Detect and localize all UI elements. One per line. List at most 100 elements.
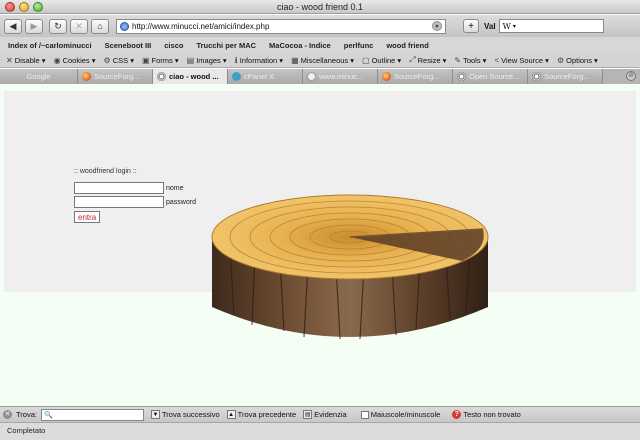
find-input[interactable]: 🔍 [40, 408, 144, 421]
window-title: ciao - wood friend 0.1 [276, 2, 364, 12]
password-row: password [74, 196, 214, 208]
images-icon: ▤ [186, 55, 195, 65]
tab-label: SourceForg... [544, 72, 590, 81]
bookmark-item[interactable]: Trucchi per MAC [196, 41, 256, 50]
css-icon: ⚙ [103, 55, 111, 65]
dev-menu-forms[interactable]: ▣ Forms ▾ [142, 56, 179, 65]
close-window-button[interactable] [5, 2, 15, 12]
tab-label: Google [26, 72, 51, 81]
bookmark-item[interactable]: Index of /~carlominucci [8, 41, 92, 50]
chevron-down-icon: ▼ [150, 410, 160, 419]
web-page-icon [157, 72, 166, 81]
gear-icon: ⚙ [556, 55, 565, 65]
dev-menu-label: Miscellaneous ▾ [300, 55, 355, 65]
dev-menu-miscellaneous[interactable]: ▦ Miscellaneous ▾ [291, 56, 354, 65]
dev-menu-resize[interactable]: ⤢ Resize ▾ [409, 55, 446, 65]
bookmarks-bar: Index of /~carlominucci Sceneboot III ci… [0, 37, 640, 53]
forward-arrow-icon: ▶ [30, 20, 38, 31]
cookie-icon: ◉ [53, 55, 61, 65]
dev-menu-label: Information ▾ [239, 55, 284, 65]
password-label: password [166, 198, 196, 206]
dev-menu-label: Cookies ▾ [62, 55, 96, 65]
tab-label: www.minuc... [319, 72, 364, 81]
bookmark-item[interactable]: MaCocoa - Indice [269, 41, 331, 50]
highlight-icon: ▤ [303, 410, 313, 419]
plus-icon: + [468, 20, 474, 32]
add-bookmark-button[interactable]: + [463, 19, 479, 33]
dev-menu-label: Options ▾ [566, 55, 598, 65]
dev-menu-information[interactable]: ℹ Information ▾ [235, 56, 283, 65]
tools-icon: ✎ [454, 55, 462, 65]
dev-menu-label: View Source ▾ [501, 55, 549, 65]
close-tab-icon[interactable]: ⊘ [626, 71, 636, 81]
page-content: :: woodfriend login :: nome password ent… [0, 84, 640, 406]
misc-icon: ▦ [291, 55, 299, 65]
web-page-icon [532, 72, 541, 81]
bookmark-item[interactable]: wood friend [386, 41, 429, 50]
search-engine-value: W [502, 21, 511, 31]
url-bar[interactable]: http://www.minucci.net/amici/index.php ● [116, 18, 446, 34]
tab-sourceforge-1[interactable]: SourceForg... [78, 69, 153, 84]
firefox-icon [382, 72, 391, 81]
dev-menu-css[interactable]: ⚙ CSS ▾ [104, 56, 134, 65]
search-input[interactable]: W ▾ [498, 19, 604, 33]
login-submit-button[interactable]: entra [74, 211, 101, 223]
close-findbar-icon[interactable]: ✕ [3, 410, 12, 419]
tab-label: SourceForg... [394, 72, 440, 81]
highlight-button[interactable]: ▤ Evidenzia [303, 410, 347, 419]
back-button[interactable]: ◀ [4, 18, 22, 34]
firefox-icon [82, 72, 91, 81]
chevron-down-icon[interactable]: ▾ [513, 23, 516, 30]
warning-icon: ? [452, 410, 462, 419]
dev-menu-label: Forms ▾ [151, 55, 179, 65]
tab-wood-friend[interactable]: ciao - wood ... [153, 69, 228, 84]
password-input[interactable] [74, 196, 164, 208]
url-input[interactable]: http://www.minucci.net/amici/index.php [132, 22, 429, 31]
bookmark-item[interactable]: cisco [164, 41, 183, 50]
match-case-checkbox[interactable]: Maiuscole/minuscole [360, 410, 441, 419]
username-input[interactable] [74, 182, 164, 194]
zoom-window-button[interactable] [33, 2, 43, 12]
tab-minucci[interactable]: www.minuc... [303, 69, 378, 84]
find-previous-button[interactable]: ▲ Trova precedente [226, 410, 296, 419]
resize-icon: ⤢ [409, 55, 416, 64]
dev-menu-label: Images ▾ [196, 55, 227, 65]
dev-menu-images[interactable]: ▤ Images ▾ [187, 56, 227, 65]
go-icon[interactable]: ● [432, 21, 442, 31]
back-arrow-icon: ◀ [9, 20, 17, 31]
match-case-label: Maiuscole/minuscole [370, 410, 441, 419]
tab-open-source[interactable]: Open Source... [453, 69, 528, 84]
dev-menu-options[interactable]: ⚙ Options ▾ [557, 56, 598, 65]
find-next-button[interactable]: ▼ Trova successivo [150, 410, 220, 419]
cpanel-icon [232, 72, 241, 81]
bookmark-item[interactable]: Sceneboot III [105, 41, 152, 50]
dev-menu-disable[interactable]: ✕ Disable ▾ [6, 56, 46, 65]
dev-menu-label: Tools ▾ [463, 55, 487, 65]
reload-button[interactable]: ↻ [49, 18, 67, 34]
find-status: ? Testo non trovato [452, 410, 521, 419]
bookmark-item[interactable]: perlfunc [344, 41, 374, 50]
dev-menu-label: Disable ▾ [14, 55, 46, 65]
info-icon: ℹ [234, 55, 238, 65]
dev-menu-tools[interactable]: ✎ Tools ▾ [454, 56, 486, 65]
tab-sourceforge-2[interactable]: SourceForg... [378, 69, 453, 84]
dev-menu-cookies[interactable]: ◉ Cookies ▾ [54, 56, 96, 65]
dev-menu-view-source[interactable]: < View Source ▾ [494, 56, 549, 65]
checkbox-icon[interactable] [360, 410, 369, 419]
forward-button[interactable]: ▶ [25, 18, 43, 34]
tab-cpanel[interactable]: cPanel X [228, 69, 303, 84]
tab-sourceforge-3[interactable]: SourceForg... [528, 69, 603, 84]
tab-google[interactable]: Google [0, 69, 78, 84]
stop-button[interactable]: ✕ [70, 18, 88, 34]
wood-log-image [211, 194, 489, 340]
login-form: :: woodfriend login :: nome password ent… [74, 168, 214, 223]
navigation-toolbar: ◀ ▶ ↻ ✕ ⌂ http://www.minucci.net/amici/i… [0, 15, 640, 37]
search-icon: 🔍 [43, 411, 53, 419]
source-icon: < [494, 55, 500, 65]
tab-label: Open Source... [469, 72, 520, 81]
home-button[interactable]: ⌂ [91, 18, 109, 34]
minimize-window-button[interactable] [19, 2, 29, 12]
developer-toolbar: ✕ Disable ▾ ◉ Cookies ▾ ⚙ CSS ▾ ▣ Forms ▾ ▤ I… [0, 53, 640, 68]
dev-menu-outline[interactable]: ▢ Outline ▾ [362, 56, 401, 65]
window-controls [5, 2, 43, 12]
